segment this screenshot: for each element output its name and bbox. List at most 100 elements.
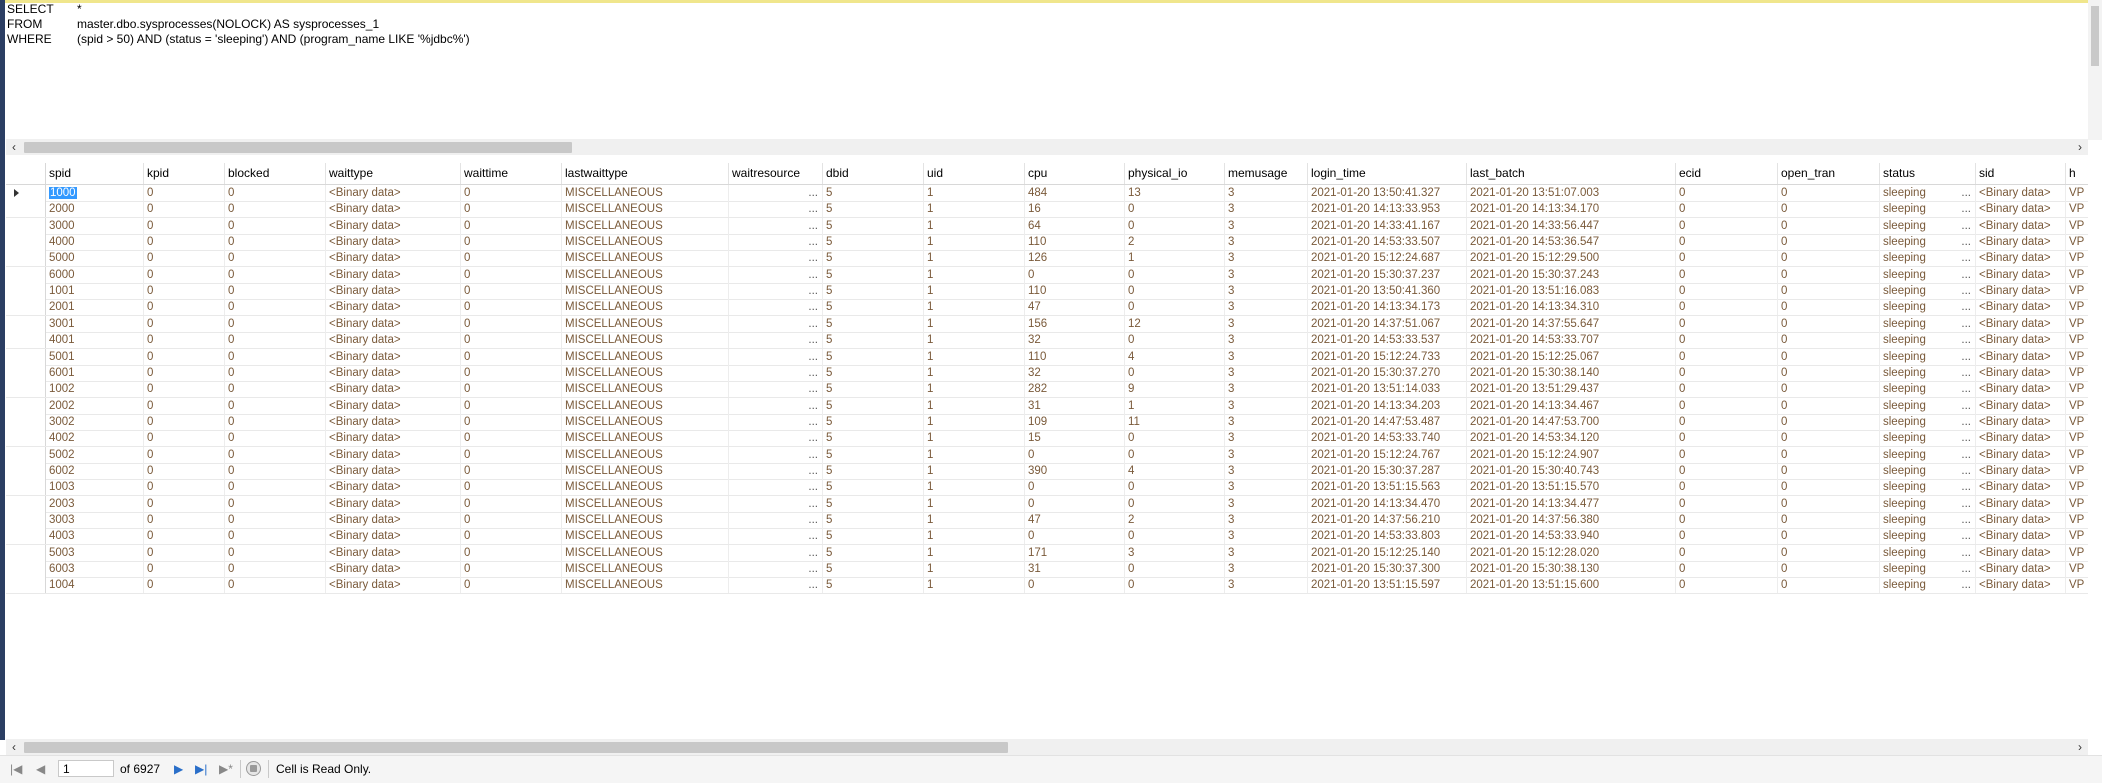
cell-ellipsis[interactable]: ... [1961,185,1971,201]
cell-waittype[interactable]: <Binary data> [326,217,461,234]
cell-status[interactable]: sleeping... [1880,479,1976,496]
cell-ellipsis[interactable]: ... [808,561,818,577]
cell-cpu[interactable]: 156 [1025,315,1125,332]
cell-uid[interactable]: 1 [924,413,1025,430]
row-selector[interactable] [6,283,46,300]
cell-ecid[interactable]: 0 [1676,479,1778,496]
cell-waitresource[interactable]: ... [729,430,823,447]
cell-memusage[interactable]: 3 [1225,348,1308,365]
cell-dbid[interactable]: 5 [823,577,924,594]
cell-dbid[interactable]: 5 [823,348,924,365]
column-header-physical-io[interactable]: physical_io [1125,163,1225,184]
cell-cpu[interactable]: 126 [1025,250,1125,267]
cell-spid[interactable]: 2002 [46,397,144,414]
cell-ellipsis[interactable]: ... [1961,332,1971,348]
cell-uid[interactable]: 1 [924,462,1025,479]
cell-spid[interactable]: 6003 [46,561,144,578]
cell-waittime[interactable]: 0 [461,561,562,578]
cell-h[interactable]: VP [2066,545,2088,561]
cell-uid[interactable]: 1 [924,397,1025,414]
cell-status[interactable]: sleeping... [1880,315,1976,332]
cell-physical-io[interactable]: 0 [1125,299,1225,316]
cell-waittime[interactable]: 0 [461,234,562,251]
cell-ecid[interactable]: 0 [1676,348,1778,365]
cell-open-tran[interactable]: 0 [1778,283,1880,300]
cell-ellipsis[interactable]: ... [808,283,818,299]
cell-sid[interactable]: <Binary data> [1976,315,2066,332]
cell-ecid[interactable]: 0 [1676,462,1778,479]
cell-physical-io[interactable]: 1 [1125,397,1225,414]
cell-lastwaittype[interactable]: MISCELLANEOUS [562,201,729,218]
cell-ecid[interactable]: 0 [1676,528,1778,545]
cell-ellipsis[interactable]: ... [1961,577,1971,593]
cell-waittime[interactable]: 0 [461,201,562,218]
cell-login-time[interactable]: 2021-01-20 14:33:41.167 [1308,217,1467,234]
cell-status[interactable]: sleeping... [1880,561,1976,578]
previous-record-icon[interactable]: ◀ [36,761,45,777]
scroll-left-icon[interactable]: ‹ [6,739,22,755]
cell-open-tran[interactable]: 0 [1778,413,1880,430]
cell-login-time[interactable]: 2021-01-20 14:13:34.173 [1308,299,1467,316]
cell-blocked[interactable]: 0 [225,381,326,398]
cell-ellipsis[interactable]: ... [808,201,818,217]
cell-sid[interactable]: <Binary data> [1976,348,2066,365]
cell-open-tran[interactable]: 0 [1778,217,1880,234]
cell-login-time[interactable]: 2021-01-20 14:13:34.203 [1308,397,1467,414]
cell-sid[interactable]: <Binary data> [1976,528,2066,545]
cell-ellipsis[interactable]: ... [808,398,818,414]
cell-h[interactable]: VP [2066,283,2088,299]
cell-login-time[interactable]: 2021-01-20 13:50:41.360 [1308,283,1467,300]
cell-uid[interactable]: 1 [924,283,1025,300]
cell-status[interactable]: sleeping... [1880,544,1976,561]
column-header-waittime[interactable]: waittime [461,163,562,184]
cell-ellipsis[interactable]: ... [808,479,818,495]
table-row[interactable]: 4003 0 0 <Binary data> 0 MISCELLANEOUS... 5 1 0 0… [6,528,2088,546]
cell-spid[interactable]: 2001 [46,299,144,316]
cell-status[interactable]: sleeping... [1880,381,1976,398]
cell-open-tran[interactable]: 0 [1778,234,1880,251]
cell-status[interactable]: sleeping... [1880,397,1976,414]
cell-uid[interactable]: 1 [924,495,1025,512]
cell-kpid[interactable]: 0 [144,413,225,430]
cell-sid[interactable]: <Binary data> [1976,561,2066,578]
cell-waitresource[interactable]: ... [729,528,823,545]
cell-kpid[interactable]: 0 [144,348,225,365]
column-header-waittype[interactable]: waittype [326,163,461,184]
cell-waitresource[interactable]: ... [729,495,823,512]
row-selector[interactable] [6,234,46,251]
cell-h[interactable]: VP [2066,185,2088,201]
row-selector[interactable] [6,332,46,349]
cell-kpid[interactable]: 0 [144,528,225,545]
results-grid[interactable]: spid kpid blocked waittype waittime lastwaitt… [6,163,2088,737]
cell-ecid[interactable]: 0 [1676,413,1778,430]
cell-waittype[interactable]: <Binary data> [326,495,461,512]
cell-uid[interactable]: 1 [924,381,1025,398]
cell-waittype[interactable]: <Binary data> [326,364,461,381]
cell-waittime[interactable]: 0 [461,413,562,430]
column-header-ecid[interactable]: ecid [1676,163,1778,184]
cell-dbid[interactable]: 5 [823,266,924,283]
cell-lastwaittype[interactable]: MISCELLANEOUS [562,512,729,528]
cell-memusage[interactable]: 3 [1225,462,1308,479]
row-selector[interactable] [6,544,46,561]
cell-h[interactable]: VP [2066,528,2088,544]
cell-status[interactable]: sleeping... [1880,299,1976,316]
cell-spid[interactable]: 1001 [46,283,144,300]
cell-open-tran[interactable]: 0 [1778,561,1880,578]
cell-h[interactable]: VP [2066,381,2088,397]
cell-cpu[interactable]: 171 [1025,544,1125,561]
grid-horizontal-scrollbar[interactable]: ‹ › [6,739,2088,755]
cell-uid[interactable]: 1 [924,528,1025,545]
cell-lastwaittype[interactable]: MISCELLANEOUS [562,446,729,463]
cell-ellipsis[interactable]: ... [808,218,818,234]
cell-uid[interactable]: 1 [924,234,1025,251]
cell-memusage[interactable]: 3 [1225,430,1308,447]
cell-last-batch[interactable]: 2021-01-20 15:12:25.067 [1467,348,1676,365]
column-header-last-batch[interactable]: last_batch [1467,163,1676,184]
cell-waittype[interactable]: <Binary data> [326,381,461,398]
cell-waittype[interactable]: <Binary data> [326,266,461,283]
cell-waittime[interactable]: 0 [461,528,562,545]
cell-ellipsis[interactable]: ... [1961,496,1971,512]
cell-kpid[interactable]: 0 [144,430,225,447]
cell-login-time[interactable]: 2021-01-20 15:30:37.270 [1308,364,1467,381]
